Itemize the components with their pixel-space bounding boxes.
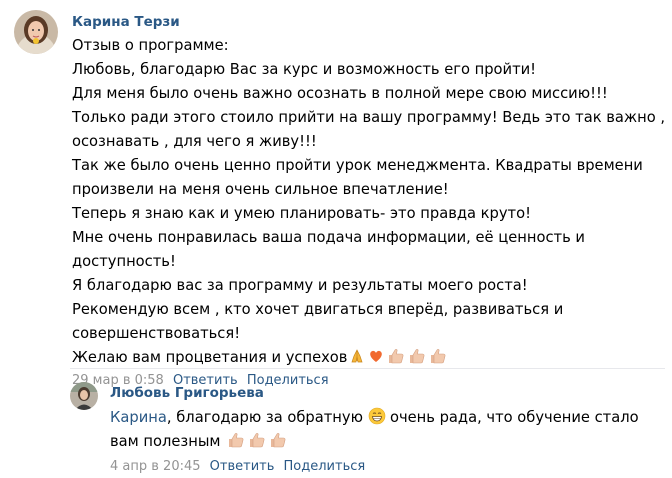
comment-line-text: Желаю вам процветания и успехов	[72, 349, 348, 366]
reply-author[interactable]: Любовь Григорьева	[110, 384, 660, 402]
comment-line: Теперь я знаю как и умею планировать- эт…	[72, 205, 531, 222]
reply-button[interactable]: Ответить	[210, 459, 275, 474]
reply-text-part: очень рада, что обучение стало	[389, 409, 639, 426]
folded-hands-icon	[348, 347, 366, 365]
reply-line: вам полезным	[110, 430, 660, 454]
comment-line: совершенствоваться!	[72, 325, 241, 342]
reply-body: Любовь Григорьева Карина, благодарю за о…	[110, 382, 660, 476]
mention-link[interactable]: Карина	[110, 409, 167, 426]
orange-heart-icon	[367, 347, 385, 365]
comment-line: Рекомендую всем , кто хочет двигаться вп…	[72, 301, 564, 318]
thumbs-up-icon	[247, 431, 267, 449]
comment-line: Для меня было очень важно осознать в пол…	[72, 85, 608, 102]
comment-line: Я благодарю вас за программу и результат…	[72, 277, 528, 294]
divider	[70, 368, 665, 369]
avatar[interactable]	[14, 10, 58, 54]
comment-line: осознавать , для чего я живу!!!	[72, 133, 317, 150]
comment-line: Любовь, благодарю Вас за курс и возможно…	[72, 61, 537, 78]
reply-text-part: , благодарю за обратную	[166, 409, 363, 426]
comment-line: Отзыв о программе:	[72, 37, 229, 54]
comment-author[interactable]: Карина Терзи	[72, 13, 664, 31]
share-button[interactable]: Поделиться	[284, 459, 366, 474]
thumbs-up-icon	[428, 347, 448, 365]
comment-line: Мне очень понравилась ваша подача информ…	[72, 229, 585, 246]
comment-text: Отзыв о программе: Любовь, благодарю Вас…	[72, 34, 666, 370]
reply-meta: 4 апр в 20:45 Ответить Поделиться	[110, 458, 660, 476]
comment-body: Карина Терзи Отзыв о программе: Любовь, …	[72, 10, 666, 390]
thumbs-up-icon	[407, 347, 427, 365]
avatar[interactable]	[70, 382, 98, 410]
comment-line: произвели на меня очень сильное впечатле…	[72, 181, 449, 198]
thumbs-up-icon	[226, 431, 246, 449]
reply-line: Карина, благодарю за обратную очень рада,…	[110, 406, 660, 430]
thumbs-up-icon	[268, 431, 288, 449]
thumbs-up-icon	[386, 347, 406, 365]
reply-text-part: вам полезным	[110, 433, 221, 450]
comment-line: Так же было очень ценно пройти урок мене…	[72, 157, 643, 174]
reply-timestamp[interactable]: 4 апр в 20:45	[110, 459, 201, 474]
comment-line: Только ради этого стоило прийти на вашу …	[72, 109, 666, 126]
comment-last-line: Желаю вам процветания и успехов	[72, 346, 664, 370]
grinning-face-icon	[368, 407, 386, 425]
comment-line: доступность!	[72, 253, 176, 270]
reply-text: Карина, благодарю за обратную очень рада,…	[110, 406, 660, 454]
